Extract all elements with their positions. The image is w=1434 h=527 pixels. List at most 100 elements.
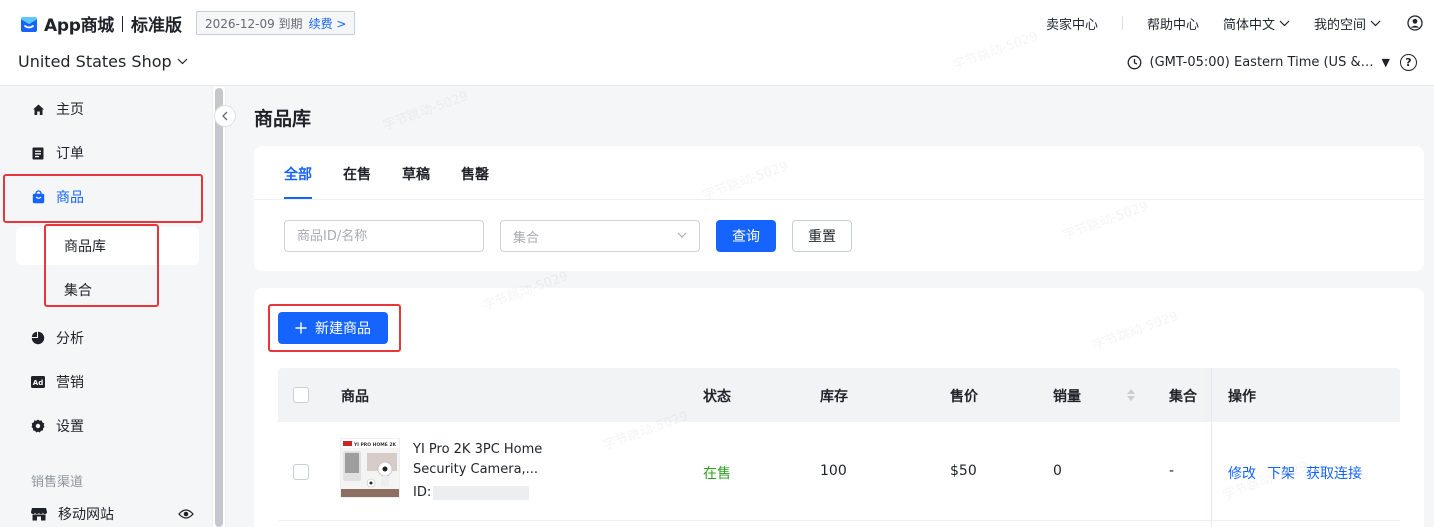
thumbnail-caption: YI PRO HOME 2K [353,442,396,448]
column-header-product: 商品 [341,389,369,405]
shop-selector[interactable]: United States Shop [18,52,188,71]
gear-icon [31,419,45,433]
get-link-link[interactable]: 获取连接 [1306,466,1362,482]
expire-text: 2026-12-09 到期 [205,16,303,31]
page-title: 商品库 [254,108,312,130]
actions-column-divider [1211,368,1212,527]
collection-select-placeholder: 集合 [513,230,540,246]
sidebar-subitem-label: 商品库 [64,239,106,255]
collapse-sidebar-button[interactable] [214,105,236,127]
tab-sold-out[interactable]: 售罄 [461,164,489,184]
sidebar-item-label: 设置 [56,419,84,435]
row-actions: 修改 下架 获取连接 [1228,463,1373,483]
column-header-actions: 操作 [1228,389,1256,405]
clock-icon [1127,55,1141,70]
timezone-selector[interactable]: (GMT-05:00) Eastern Time (US & Canada) ▼… [1127,54,1417,71]
watermark: 字节跳动-5029 [380,88,471,134]
store-icon [31,507,47,521]
query-button[interactable]: 查询 [716,220,776,252]
sidebar-item-label: 移动网站 [58,507,114,523]
select-all-checkbox[interactable] [293,387,309,403]
column-header-sales[interactable]: 销量 [1053,386,1081,406]
sidebar-item-label: 商品 [56,190,84,206]
stock-value: 100 [820,463,847,479]
column-header-collection: 集合 [1169,389,1197,405]
sidebar-item-mobile-site[interactable]: 移动网站 [0,492,212,527]
home-icon [31,102,45,116]
sidebar-item-label: 分析 [56,331,84,347]
help-center-link[interactable]: 帮助中心 [1147,14,1199,33]
top-bar: App商城 标准版 2026-12-09 到期 续费 > 卖家中心 帮助中心 简… [0,0,1434,86]
unlist-link[interactable]: 下架 [1267,466,1295,482]
chevron-left-icon [222,111,228,121]
svg-text:Ad: Ad [33,379,43,387]
app-name: App商城 [44,16,114,36]
tab-on-sale[interactable]: 在售 [343,164,371,184]
tab-draft[interactable]: 草稿 [402,164,430,184]
product-name-link[interactable]: YI Pro 2K 3PC Home Security Camera,... [413,440,563,480]
collection-value: - [1169,463,1175,479]
sales-value: 0 [1053,463,1062,479]
caret-down-icon: ▼ [1381,56,1390,69]
reset-button[interactable]: 重置 [792,220,852,252]
shop-name: United States Shop [18,52,172,71]
top-right-menu: 卖家中心 帮助中心 简体中文 我的空间 [1046,11,1434,35]
seller-center-link[interactable]: 卖家中心 [1046,14,1098,33]
sidebar-subitem-product-library[interactable]: 商品库 [16,227,199,265]
my-space-menu[interactable]: 我的空间 [1314,14,1381,33]
menu-divider [1121,16,1123,30]
column-header-stock: 库存 [820,389,848,405]
user-icon[interactable] [1407,15,1423,31]
sort-icon[interactable] [1126,387,1136,403]
product-thumbnail[interactable]: YI PRO HOME 2K [340,438,400,498]
status-badge: 在售 [703,466,731,482]
ad-icon: Ad [31,375,45,389]
tab-all[interactable]: 全部 [284,164,312,184]
sidebar-subitem-label: 集合 [64,283,92,299]
sidebar-subitem-collections[interactable]: 集合 [16,271,199,309]
edit-link[interactable]: 修改 [1228,466,1256,482]
camera-product-image: YI PRO HOME 2K [341,439,399,497]
eye-icon[interactable] [178,508,194,520]
status-tabs: 全部 在售 草稿 售罄 [284,164,520,184]
product-search-input[interactable] [284,220,484,252]
sidebar-item-settings[interactable]: 设置 [0,404,212,448]
bag-icon [31,190,45,204]
sidebar-scrollbar-thumb[interactable] [215,88,223,527]
sidebar-item-orders[interactable]: 订单 [0,131,212,175]
app-logo[interactable]: App商城 标准版 [18,11,182,36]
new-product-button[interactable]: 新建商品 [278,312,388,344]
sidebar-item-label: 营销 [56,375,84,391]
renew-link[interactable]: 续费 > [309,15,347,32]
price-value: $50 [950,463,977,479]
column-header-price: 售价 [950,389,978,405]
plus-icon [295,322,307,334]
tabs-divider [254,199,1424,200]
order-icon [31,146,45,160]
timezone-text: (GMT-05:00) Eastern Time (US & Canada) [1149,55,1378,70]
sidebar-item-analytics[interactable]: 分析 [0,316,212,360]
sales-channel-heading: 销售渠道 [31,475,84,490]
chevron-down-icon [677,232,687,238]
help-icon[interactable]: ? [1400,54,1417,71]
sidebar-item-marketing[interactable]: Ad 营销 [0,360,212,404]
chevron-down-icon [1279,20,1290,26]
row-checkbox[interactable] [293,464,309,480]
sidebar-item-home[interactable]: 主页 [0,87,212,131]
logo-divider [122,15,123,32]
logo-icon [21,16,37,32]
sidebar-item-products[interactable]: 商品 [0,175,212,219]
row-divider [278,520,1400,521]
expire-notice: 2026-12-09 到期 续费 > [196,11,356,35]
chevron-down-icon [1370,20,1381,26]
language-select[interactable]: 简体中文 [1223,14,1290,33]
chevron-down-icon [177,58,188,65]
pie-chart-icon [31,331,45,345]
sidebar-item-label: 订单 [56,146,84,162]
chevron-right-icon: > [336,16,347,31]
collection-select[interactable]: 集合 [500,220,700,252]
sidebar: 主页 订单 商品 商品库 集合 分析 Ad 营销 设置 销售渠道 移动网站 [0,87,212,527]
product-id-redacted [433,485,530,500]
sidebar-item-label: 主页 [56,102,84,118]
app-edition: 标准版 [131,16,182,36]
